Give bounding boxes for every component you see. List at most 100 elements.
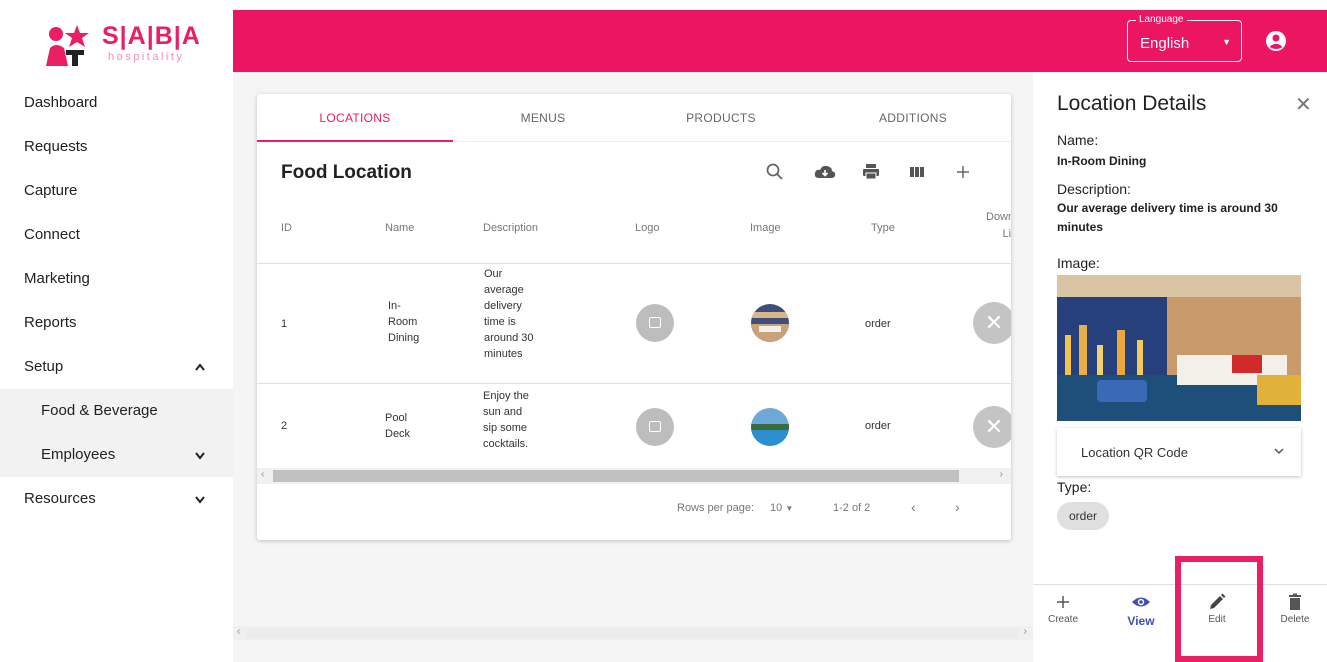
row-description: Our average delivery time is around 30 m… <box>484 266 534 362</box>
rows-per-page-select[interactable]: 10 ▼ <box>770 502 793 514</box>
sidebar-item-label: Dashboard <box>24 94 98 111</box>
table-row[interactable]: 1 In- Room Dining Our average delivery t… <box>257 264 1011 384</box>
column-header-download-link[interactable]: Downlo Link <box>986 209 1011 243</box>
column-header-type[interactable]: Type <box>871 222 895 234</box>
add-icon[interactable] <box>951 160 975 184</box>
print-icon[interactable] <box>859 160 883 184</box>
logo-placeholder-icon <box>636 408 674 446</box>
row-name-line: Dining <box>388 332 420 344</box>
sidebar-item-label: Capture <box>24 182 78 199</box>
view-label: View <box>1127 614 1155 628</box>
trash-icon <box>1285 592 1305 612</box>
row-description-line: sip some <box>483 422 528 434</box>
description-label: Description: <box>1057 181 1131 197</box>
tab-bar: LOCATIONS MENUS PRODUCTS ADDITIONS <box>257 94 1011 142</box>
account-circle-icon[interactable] <box>1265 30 1287 52</box>
row-description-line: minutes <box>484 348 523 360</box>
row-description-line: cocktails. <box>483 438 529 450</box>
sidebar-item-label: Food & Beverage <box>41 402 158 419</box>
app-root: S|A|B|A hospitality Dashboard Requests C… <box>0 0 1327 662</box>
row-name-line: Room <box>388 316 418 328</box>
row-description-line: average <box>484 284 524 296</box>
remove-icon[interactable]: ✕ <box>973 302 1011 344</box>
row-description-line: Enjoy the <box>483 390 529 402</box>
sidebar-item-requests[interactable]: Requests <box>0 125 233 169</box>
sidebar-item-resources[interactable]: Resources <box>0 477 233 521</box>
pagination-range: 1-2 of 2 <box>833 502 871 514</box>
delete-button[interactable]: Delete <box>1265 592 1325 625</box>
main-horizontal-scrollbar[interactable]: ‹ › <box>233 626 1033 640</box>
location-qr-code-expander[interactable]: Location QR Code <box>1057 428 1301 476</box>
row-description-line: sun and <box>483 406 523 418</box>
sidebar: S|A|B|A hospitality Dashboard Requests C… <box>0 0 233 662</box>
row-description: Enjoy the sun and sip some cocktails. <box>483 388 529 452</box>
view-button[interactable]: View <box>1111 592 1171 628</box>
eye-icon <box>1131 592 1151 612</box>
tab-menus[interactable]: MENUS <box>445 94 641 142</box>
sidebar-item-label: Connect <box>24 226 80 243</box>
name-label: Name: <box>1057 132 1099 148</box>
scrollbar-thumb[interactable] <box>247 627 1019 639</box>
add-icon <box>1053 592 1073 612</box>
scroll-left-icon[interactable]: ‹ <box>261 469 264 480</box>
sidebar-item-capture[interactable]: Capture <box>0 169 233 213</box>
brand-logo[interactable]: S|A|B|A hospitality <box>44 18 204 74</box>
column-header-description[interactable]: Description <box>483 222 538 234</box>
next-page-icon[interactable]: › <box>955 499 960 515</box>
logo-placeholder-icon <box>636 304 674 342</box>
row-type: order <box>865 318 891 330</box>
language-select-value: English <box>1140 35 1190 52</box>
sidebar-item-connect[interactable]: Connect <box>0 213 233 257</box>
location-thumbnail <box>751 304 789 342</box>
sidebar-item-marketing[interactable]: Marketing <box>0 257 233 301</box>
tab-locations[interactable]: LOCATIONS <box>257 94 453 142</box>
brand-tagline: hospitality <box>108 51 185 63</box>
row-name-line: Deck <box>385 428 411 440</box>
view-columns-icon[interactable] <box>905 160 929 184</box>
food-location-card: LOCATIONS MENUS PRODUCTS ADDITIONS Food … <box>257 94 1011 540</box>
sidebar-item-food-beverage[interactable]: Food & Beverage <box>0 389 233 433</box>
row-id: 2 <box>281 420 288 432</box>
remove-icon[interactable]: ✕ <box>973 406 1011 448</box>
search-icon[interactable] <box>763 160 787 184</box>
column-header-download-line1: Downlo <box>986 211 1011 223</box>
sidebar-item-label: Employees <box>41 446 116 463</box>
location-image <box>1057 275 1301 421</box>
row-description-line: delivery <box>484 300 522 312</box>
scroll-right-icon[interactable]: › <box>1024 626 1027 637</box>
sidebar-item-reports[interactable]: Reports <box>0 301 233 345</box>
scroll-right-icon[interactable]: › <box>1000 469 1003 480</box>
create-label: Create <box>1047 614 1078 625</box>
column-header-id[interactable]: ID <box>281 222 292 234</box>
sidebar-item-label: Resources <box>24 490 96 507</box>
column-header-logo[interactable]: Logo <box>635 222 659 234</box>
cloud-download-icon[interactable] <box>813 160 837 184</box>
chevron-down-icon <box>1273 445 1285 459</box>
table-title: Food Location <box>281 162 412 183</box>
name-value: In-Room Dining <box>1057 154 1147 168</box>
type-label: Type: <box>1057 479 1092 495</box>
rows-per-page-value: 10 <box>770 502 783 514</box>
sidebar-item-setup[interactable]: Setup <box>0 345 233 389</box>
edit-highlight-box <box>1175 556 1263 662</box>
close-icon[interactable]: ✕ <box>1295 92 1312 117</box>
delete-label: Delete <box>1280 614 1310 625</box>
row-description-line: Our <box>484 268 503 280</box>
sidebar-item-label: Marketing <box>24 270 90 287</box>
create-button[interactable]: Create <box>1033 592 1093 625</box>
sidebar-item-employees[interactable]: Employees <box>0 433 233 477</box>
sidebar-item-dashboard[interactable]: Dashboard <box>0 81 233 125</box>
caret-down-icon: ▼ <box>785 504 794 513</box>
image-label: Image: <box>1057 255 1100 271</box>
scrollbar-thumb[interactable] <box>273 470 959 482</box>
scroll-left-icon[interactable]: ‹ <box>237 626 240 637</box>
tab-products[interactable]: PRODUCTS <box>623 94 819 142</box>
logo-mark-icon <box>46 25 89 66</box>
column-header-image[interactable]: Image <box>750 222 781 234</box>
column-header-name[interactable]: Name <box>385 222 414 234</box>
language-select[interactable]: Language English ▼ <box>1127 14 1242 62</box>
table-row[interactable]: 2 Pool Deck Enjoy the sun and sip some c… <box>257 384 1011 468</box>
tab-additions[interactable]: ADDITIONS <box>815 94 1011 142</box>
prev-page-icon[interactable]: ‹ <box>911 499 916 515</box>
table-horizontal-scrollbar[interactable]: ‹ › <box>257 468 1011 484</box>
